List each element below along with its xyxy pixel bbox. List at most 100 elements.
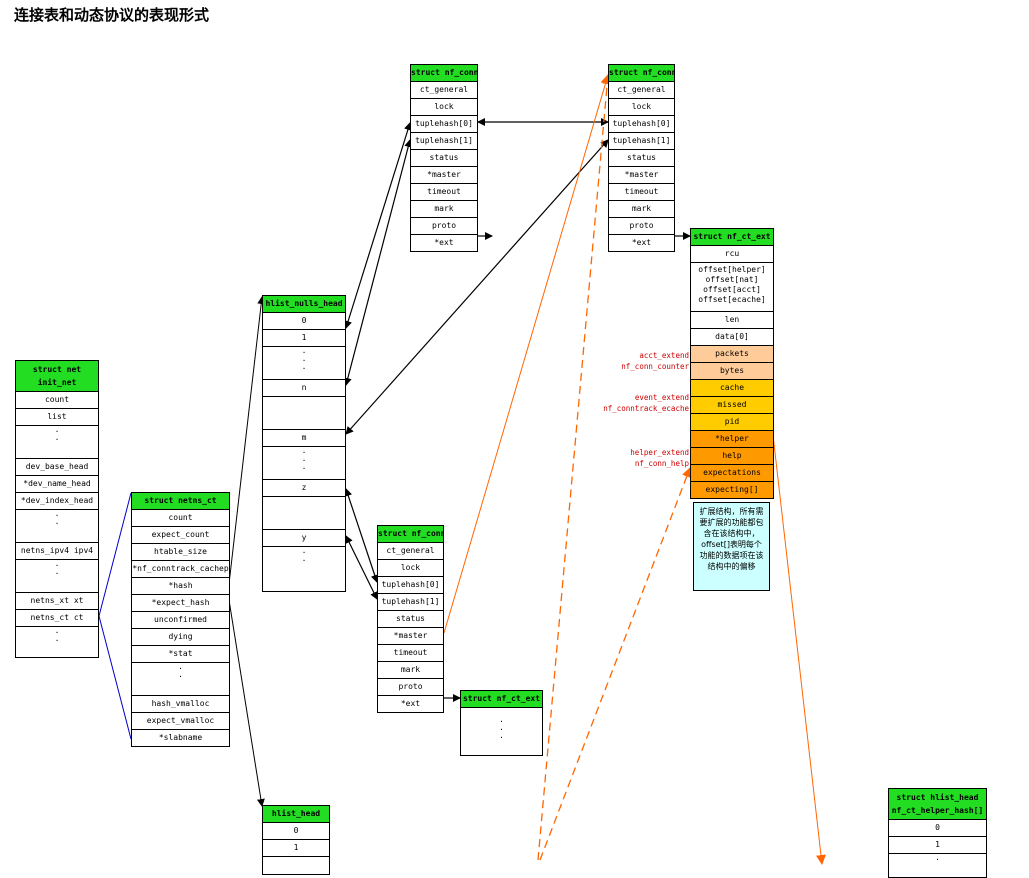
field-proto: proto	[378, 679, 443, 696]
helper-hash-name: nf_ct_helper_hash[]	[891, 806, 984, 815]
hlist-nulls-header: hlist_nulls_head	[263, 296, 345, 313]
field-timeout: timeout	[378, 645, 443, 662]
field-expect-count: expect_count	[132, 527, 229, 544]
field-ext: *ext	[434, 238, 454, 247]
struct-net-header: struct net init_net	[16, 361, 98, 392]
bucket-0: 0	[263, 313, 345, 330]
field-proto: proto	[609, 218, 674, 235]
field-nf-conntrack-cachep: *nf_conntrack_cachep	[132, 561, 229, 578]
nf-ct-ext-box: struct nf_ct_ext rcu offset[helper] offs…	[690, 228, 774, 499]
field-master: *master	[411, 167, 477, 184]
field-lock: lock	[609, 99, 674, 116]
ext-ellipsis: · · ·	[499, 717, 504, 742]
event-extend-label: event_extend nf_conntrack_ecache	[603, 392, 689, 414]
field-netns-ipv4: netns_ipv4 ipv4	[16, 543, 98, 560]
field-timeout: timeout	[411, 184, 477, 201]
struct-net-name: init_net	[37, 378, 77, 387]
nf-conn-header: struct nf_conn	[609, 65, 674, 82]
bucket-y: y	[263, 530, 345, 547]
field-mark: mark	[411, 201, 477, 218]
conn-a-to-bucketn-arrow	[343, 139, 413, 386]
field-expect-hash: *expect_hash	[132, 595, 229, 612]
expect-hash-to-hlist-arrow	[228, 599, 265, 807]
bucket-m: m	[263, 430, 345, 447]
nf-ct-ext-header: struct nf_ct_ext	[461, 691, 542, 708]
field-master: *master	[609, 167, 674, 184]
nf-conn-counter-text: nf_conn_counter	[621, 362, 689, 371]
field-mark: mark	[609, 201, 674, 218]
field-tuplehash-1: tuplehash[1]	[411, 133, 477, 150]
field-ct-general: ct_general	[609, 82, 674, 99]
nf-ct-ext-small-box: struct nf_ct_ext · · ·	[460, 690, 543, 756]
extension-note: 扩展结构，所有需要扩展的功能都包含在该结构中，offset[]表明每个功能的数据…	[693, 502, 770, 591]
field-packets: packets	[691, 346, 773, 363]
field-stat: *stat	[132, 646, 229, 663]
field-ellipsis: · ·	[16, 560, 98, 593]
net-to-netns-ct-link-top	[98, 492, 132, 617]
bucket-empty	[263, 497, 345, 530]
offset-helper: offset[helper]	[698, 265, 766, 274]
offset-acct: offset[acct]	[703, 285, 761, 294]
field-tuplehash-0: tuplehash[0]	[411, 116, 477, 133]
helper-to-hash-arrow	[772, 434, 826, 865]
field-cache: cache	[691, 380, 773, 397]
bucket-ellipsis: ···	[263, 347, 345, 380]
helper-hash-title: struct hlist_head	[896, 793, 979, 802]
offset-ecache: offset[ecache]	[698, 295, 766, 304]
field-ct-general: ct_general	[411, 82, 477, 99]
field-unconfirmed: unconfirmed	[132, 612, 229, 629]
field-help: help	[691, 448, 773, 465]
hlist-row-empty	[263, 857, 329, 873]
field-status: status	[378, 611, 443, 628]
field-ellipsis: · ·	[132, 663, 229, 696]
field-proto: proto	[411, 218, 477, 235]
acct-extend-label: acct_extend nf_conn_counter	[621, 350, 689, 372]
field-expecting: expecting[]	[691, 482, 773, 498]
field-dying: dying	[132, 629, 229, 646]
helper-hash-row-0: 0	[889, 820, 986, 837]
hlist-row-1: 1	[263, 840, 329, 857]
field-count: count	[132, 510, 229, 527]
dashed-to-help-arrow	[539, 467, 692, 861]
field-offsets: offset[helper] offset[nat] offset[acct] …	[691, 263, 773, 312]
field-len: len	[691, 312, 773, 329]
nf-conn-b-box: struct nf_conn ct_general lock tuplehash…	[608, 64, 675, 252]
field-missed: missed	[691, 397, 773, 414]
field-ellipsis: · ·	[16, 510, 98, 543]
bucket-empty	[263, 397, 345, 430]
field-ext: *ext	[400, 699, 421, 708]
nf-conn-header: struct nf_conn	[378, 526, 443, 543]
acct-extend-text: acct_extend	[639, 351, 689, 360]
field-helper: *helper	[691, 431, 773, 448]
field-netns-xt: netns_xt xt	[16, 593, 98, 610]
field-dev-name-head: *dev_name_head	[16, 476, 98, 493]
field-ct-general: ct_general	[378, 543, 443, 560]
field-lock: lock	[411, 99, 477, 116]
struct-net-box: struct net init_net count list · · dev_ba…	[15, 360, 99, 658]
field-expect-vmalloc: expect_vmalloc	[132, 713, 229, 730]
field-rcu: rcu	[691, 246, 773, 263]
nf-ct-ext-header: struct nf_ct_ext	[691, 229, 773, 246]
bucket-ellipsis: ···	[301, 548, 307, 564]
field-master: *master	[378, 628, 443, 645]
netns-ct-box: struct netns_ct count expect_count htabl…	[131, 492, 230, 747]
field-dev-index-head: *dev_index_head	[16, 493, 98, 510]
hlist-row-0: 0	[263, 823, 329, 840]
field-ellipsis: · ·	[16, 426, 98, 459]
net-to-netns-ct-link-bottom	[98, 615, 132, 740]
offset-nat: offset[nat]	[705, 275, 759, 284]
helper-extend-text: helper_extend	[630, 448, 689, 457]
field-ellipsis: · ·	[54, 628, 60, 645]
field-tuplehash-0: tuplehash[0]	[609, 116, 674, 133]
field-status: status	[411, 150, 477, 167]
helper-extend-label: helper_extend nf_conn_help	[630, 447, 689, 469]
hlist-head-header: hlist_head	[263, 806, 329, 823]
field-bytes: bytes	[691, 363, 773, 380]
nf-conn-help-text: nf_conn_help	[634, 459, 689, 468]
field-count: count	[16, 392, 98, 409]
field-timeout: timeout	[609, 184, 674, 201]
field-status: status	[609, 150, 674, 167]
field-slabname: *slabname	[158, 733, 203, 742]
helper-hash-box: struct hlist_head nf_ct_helper_hash[] 0 …	[888, 788, 987, 878]
field-hash: *hash	[132, 578, 229, 595]
